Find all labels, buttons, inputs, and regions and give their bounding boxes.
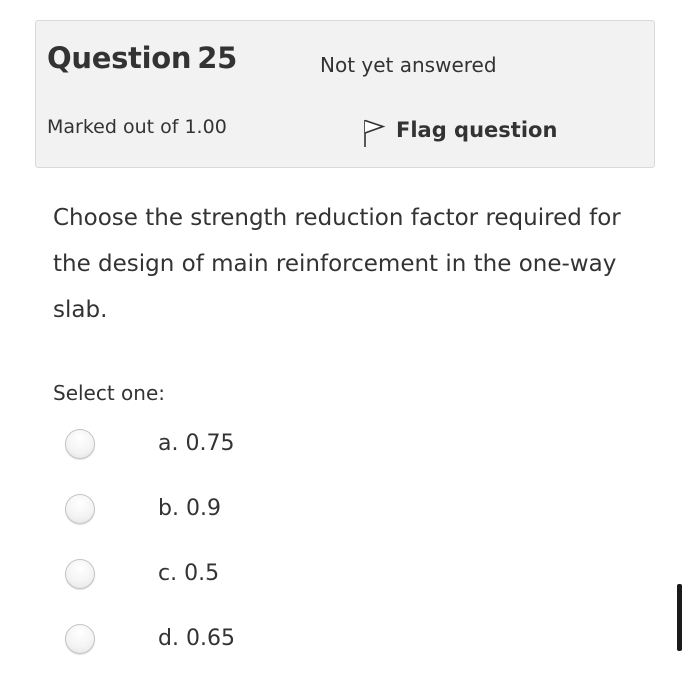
answer-option-a[interactable]: a. 0.75 [0,429,689,479]
quiz-page: Question 25 Not yet answered Marked out o… [0,0,689,700]
radio-button-d[interactable] [65,624,95,654]
question-text: Choose the strength reduction factor req… [53,205,621,323]
scrollbar-thumb[interactable] [677,584,682,651]
flag-icon [364,119,386,147]
radio-button-b[interactable] [65,494,95,524]
answer-label-b[interactable]: b. 0.9 [158,494,221,524]
radio-button-a[interactable] [65,429,95,459]
answer-option-d[interactable]: d. 0.65 [0,624,689,674]
flag-question-link[interactable]: Flag question [362,112,557,148]
question-label: Question [47,41,192,75]
question-number: 25 [197,41,237,75]
answer-prompt: Select one: [53,381,166,405]
question-number-heading: Question 25 [47,41,237,75]
answer-option-b[interactable]: b. 0.9 [0,494,689,544]
answer-option-c[interactable]: c. 0.5 [0,559,689,609]
question-info-panel: Question 25 Not yet answered Marked out o… [35,20,655,168]
flag-question-label: Flag question [396,118,558,142]
answer-label-d[interactable]: d. 0.65 [158,624,235,654]
answer-label-c[interactable]: c. 0.5 [158,559,219,589]
question-state: Not yet answered [320,53,497,77]
question-grade: Marked out of 1.00 [47,116,227,138]
answer-label-a[interactable]: a. 0.75 [158,429,234,459]
radio-button-c[interactable] [65,559,95,589]
